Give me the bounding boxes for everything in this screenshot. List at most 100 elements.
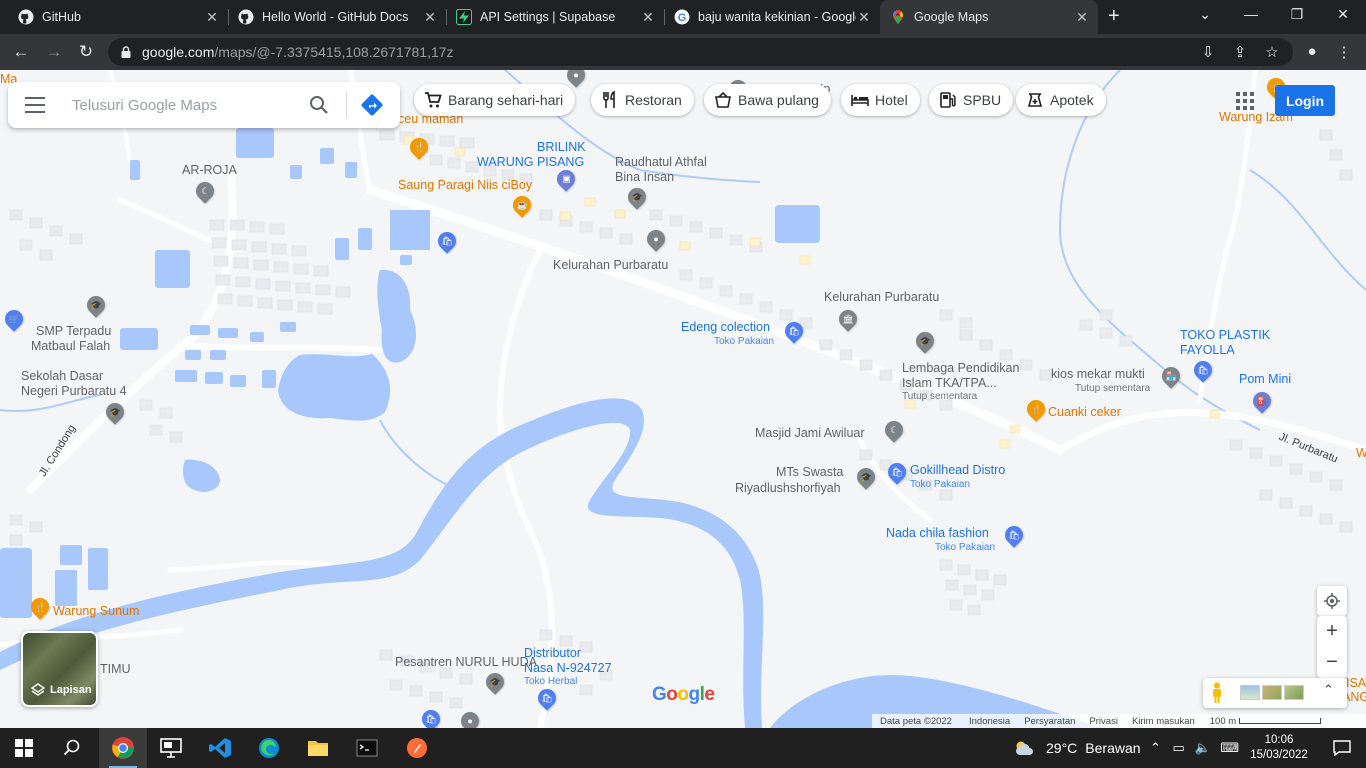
postman-icon[interactable] [393,728,441,768]
terminal-icon[interactable] [343,728,391,768]
address-bar[interactable]: google.com/maps/@-7.3375415,108.2671781,… [108,38,1293,66]
place-label-mts-1[interactable]: MTs Swasta [776,465,843,479]
close-tab-icon[interactable]: ✕ [204,9,220,26]
place-label-toko-plastik-2[interactable]: FAYOLLA [1180,343,1235,357]
place-label-nada-chila[interactable]: Nada chila fashion [886,526,989,540]
place-label-timu[interactable]: TIMU [100,662,131,676]
place-label-sd-1[interactable]: Sekolah Dasar [21,369,103,383]
back-icon[interactable]: ← [10,42,32,62]
expand-up-icon[interactable]: ⌃ [1323,682,1334,698]
place-label-cuanki[interactable]: Cuanki ceker [1048,405,1121,419]
terms-link[interactable]: Persyaratan [1024,716,1075,727]
close-window-icon[interactable]: ✕ [1328,6,1358,23]
scale-label[interactable]: 100 m [1210,716,1236,727]
my-location-button[interactable] [1317,586,1347,616]
close-tab-icon[interactable]: ✕ [1074,9,1090,26]
show-hidden-icons-icon[interactable]: ⌃ [1150,740,1161,755]
restore-icon[interactable]: ❐ [1282,6,1312,23]
chrome-taskbar-icon[interactable] [99,728,147,768]
chip-groceries[interactable]: Barang sehari-hari [414,84,576,116]
place-label-distributor-1[interactable]: Distributor [524,646,581,660]
zoom-out-button[interactable]: − [1317,647,1347,678]
login-button[interactable]: Login [1275,85,1335,116]
place-label-lembaga-2[interactable]: Islam TKA/TPA... [902,376,997,390]
taskbar-clock[interactable]: 10:06 15/03/2022 [1248,733,1310,763]
browser-menu-icon[interactable]: ⋮ [1334,43,1354,61]
profile-icon[interactable]: ● [1302,43,1322,60]
vscode-icon[interactable] [196,728,244,768]
edge-icon[interactable] [245,728,293,768]
place-label-smp-1[interactable]: SMP Terpadu [36,324,111,338]
place-label-sd-2[interactable]: Negeri Purbaratu 4 [21,384,127,398]
hamburger-menu-icon[interactable] [25,97,45,113]
feedback-link[interactable]: Kirim masukan [1132,716,1195,727]
place-label-smp-2[interactable]: Matbaul Falah [31,339,110,353]
place-label-warung-sunum[interactable]: Warung Sunum [53,604,139,618]
pegman-icon[interactable] [1211,682,1223,704]
tab-search-icon[interactable]: ⌄ [1190,6,1220,23]
place-label-pesantren[interactable]: Pesantren NURUL HUDA [395,655,537,669]
reload-icon[interactable]: ↻ [75,42,97,62]
minimize-icon[interactable]: — [1236,6,1266,22]
search-input[interactable] [72,94,302,116]
place-label-pom-mini[interactable]: Pom Mini [1239,372,1291,386]
place-label-mts-2[interactable]: Riyadlushshorfiyah [735,481,841,495]
chip-restaurants[interactable]: Restoran [591,84,694,116]
volume-icon[interactable]: 🔈 [1194,740,1210,755]
place-label-gokillhead[interactable]: Gokillhead Distro [910,463,1005,477]
install-app-icon[interactable]: ⇩ [1198,43,1218,61]
place-label-saung-paragi[interactable]: Saung Paragi Niis ciBoy [398,178,532,192]
zoom-in-button[interactable]: + [1317,616,1347,647]
language-icon[interactable]: ⌨ [1220,740,1239,755]
tab-github[interactable]: GitHub ✕ [8,0,228,34]
tab-supabase[interactable]: API Settings | Supabase ✕ [446,0,664,34]
chip-takeout[interactable]: Bawa pulang [704,84,831,116]
tab-google-maps[interactable]: Google Maps ✕ [880,0,1098,34]
close-tab-icon[interactable]: ✕ [640,9,656,26]
weather-widget[interactable]: 29°C Berawan [1014,728,1141,768]
monitor-app-icon[interactable] [147,728,195,768]
google-apps-icon[interactable] [1236,92,1254,110]
place-label-raudhatul-2[interactable]: Bina Insan [615,170,674,184]
place-label-lembaga-1[interactable]: Lembaga Pendidikan [902,361,1019,375]
place-label-kelurahan-2[interactable]: Kelurahan Purbaratu [824,290,939,304]
file-explorer-icon[interactable] [294,728,342,768]
network-icon[interactable]: ▭ [1173,740,1185,755]
imagery-thumb-2[interactable] [1262,685,1282,700]
place-label-w[interactable]: W [1356,446,1366,460]
windows-start-icon[interactable] [0,728,48,768]
chip-hotels[interactable]: Hotel [841,84,920,116]
place-label-toko-plastik-1[interactable]: TOKO PLASTIK [1180,328,1270,342]
place-label-isat-1[interactable]: ISAT [1346,676,1366,690]
layers-toggle[interactable]: Lapisan [21,631,98,707]
chip-gas-stations[interactable]: SPBU [929,84,1014,116]
share-icon[interactable]: ⇪ [1230,43,1250,61]
place-label-kios[interactable]: kios mekar mukti [1051,367,1145,381]
notification-center-icon[interactable] [1318,728,1366,768]
imagery-thumb-3[interactable] [1284,685,1304,700]
map-canvas[interactable]: Jl. Condong Jl. Purbaratu Ma Kp Warung I… [0,70,1366,728]
search-icon[interactable] [48,728,96,768]
place-label-edeng[interactable]: Edeng colection [681,320,770,334]
search-icon[interactable] [308,94,330,116]
place-label-masjid[interactable]: Masjid Jami Awiluar [755,426,865,440]
place-label-ar-roja[interactable]: AR-ROJA [182,163,237,177]
imagery-thumb-1[interactable] [1240,685,1260,700]
chip-pharmacies[interactable]: Apotek [1016,84,1106,116]
forward-icon[interactable]: → [43,42,65,62]
map-data-credit[interactable]: Data peta ©2022 [880,716,952,727]
bookmark-star-icon[interactable]: ☆ [1262,43,1282,61]
place-label-brilink[interactable]: BRILINK [537,140,586,154]
place-label-kelurahan-1[interactable]: Kelurahan Purbaratu [553,258,668,272]
privacy-link[interactable]: Privasi [1089,716,1118,727]
tab-google-search[interactable]: G baju wanita kekinian - Google ✕ [664,0,880,34]
directions-icon[interactable] [360,93,384,117]
place-label-distributor-2[interactable]: Nasa N-924727 [524,661,612,675]
place-label-raudhatul-1[interactable]: Raudhatul Athfal [615,155,707,169]
new-tab-button[interactable]: + [1108,5,1120,28]
place-label-warung-pisang[interactable]: WARUNG PISANG [477,155,584,169]
close-tab-icon[interactable]: ✕ [422,9,438,26]
region-link[interactable]: Indonesia [969,716,1010,727]
close-tab-icon[interactable]: ✕ [856,9,872,26]
tab-github-docs[interactable]: Hello World - GitHub Docs ✕ [228,0,446,34]
